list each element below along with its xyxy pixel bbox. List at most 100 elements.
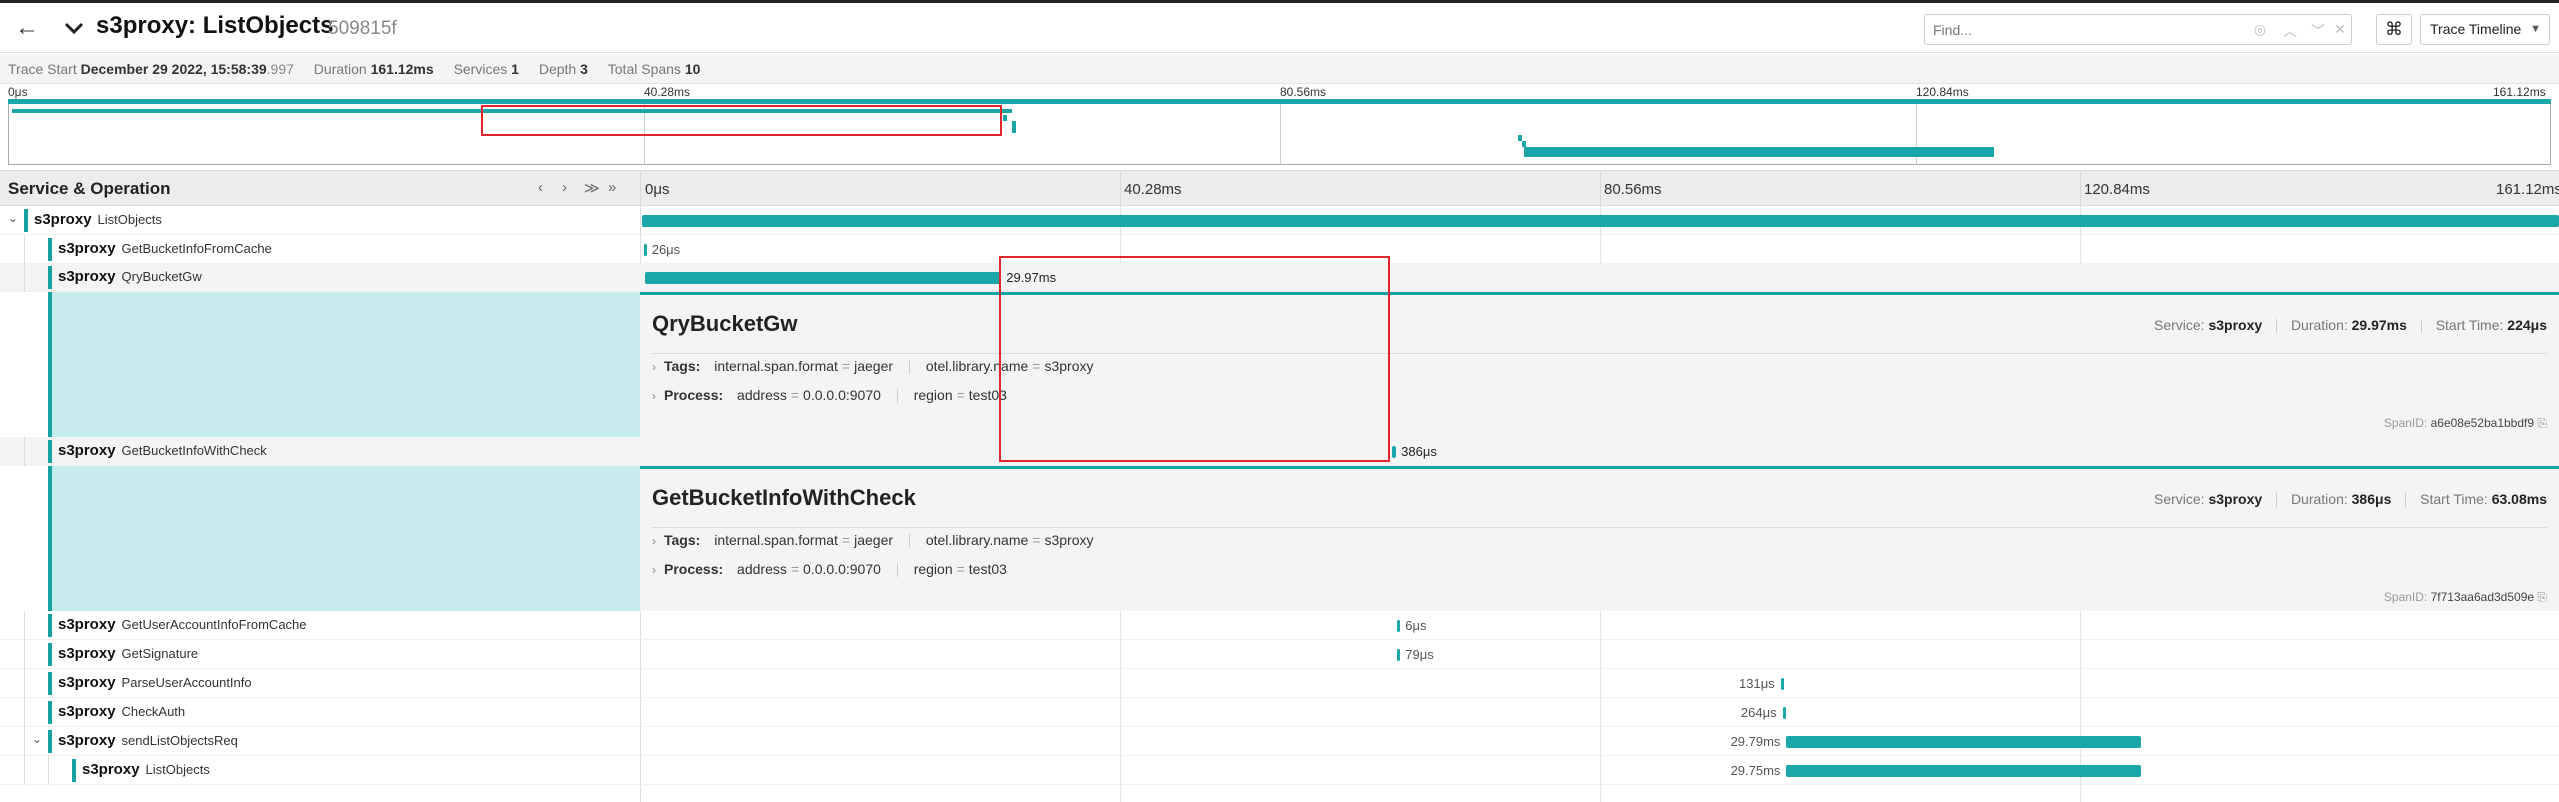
- span-row[interactable]: s3proxy GetSignature 79μs: [0, 640, 2559, 669]
- trace-start: Trace Start December 29 2022, 15:58:39.9…: [8, 61, 294, 77]
- copy-link-icon[interactable]: ⎘: [2537, 416, 2547, 430]
- span-bar[interactable]: [1391, 446, 1397, 458]
- span-service: s3proxy sendListObjectsReq: [58, 732, 238, 749]
- span-bar[interactable]: [1780, 678, 1784, 690]
- minimap-tick: 80.56ms: [1280, 85, 1327, 99]
- span-id: SpanID: 7f713aa6ad3d509e ⎘: [2383, 590, 2547, 604]
- service-color-indicator: [48, 238, 52, 261]
- span-row[interactable]: ⌄ s3proxy sendListObjectsReq 29.79ms: [0, 727, 2559, 756]
- span-name-cell[interactable]: ⌄ s3proxy sendListObjectsReq: [0, 727, 640, 756]
- chevron-down-icon[interactable]: ⌄: [8, 211, 18, 225]
- span-duration-label: 79μs: [1405, 647, 1434, 662]
- span-name-cell[interactable]: s3proxy GetUserAccountInfoFromCache: [0, 611, 640, 640]
- span-bar[interactable]: [1397, 620, 1401, 632]
- span-name-cell[interactable]: ⌄ s3proxy ListObjects: [0, 206, 640, 235]
- minimap-tick: 120.84ms: [1916, 85, 1969, 99]
- minimap-span: [8, 99, 2551, 104]
- trace-services: Services 1: [453, 61, 519, 77]
- chevron-right-icon: ›: [652, 534, 656, 548]
- span-bar[interactable]: [642, 215, 2559, 227]
- keyboard-shortcuts-button[interactable]: ⌘: [2376, 14, 2412, 45]
- tree-guide: [24, 727, 25, 756]
- span-name-cell[interactable]: s3proxy QryBucketGw: [0, 263, 640, 292]
- locate-icon[interactable]: ◎: [2249, 21, 2271, 39]
- span-bar[interactable]: [643, 244, 647, 256]
- span-row[interactable]: s3proxy CheckAuth 264μs: [0, 698, 2559, 727]
- span-row[interactable]: s3proxy ListObjects 29.75ms: [0, 756, 2559, 785]
- span-name-cell[interactable]: s3proxy ParseUserAccountInfo: [0, 669, 640, 698]
- tags-row[interactable]: › Tags: internal.span.format = jaeger otel.…: [652, 358, 1094, 375]
- timeline-tick: 120.84ms: [2084, 181, 2150, 198]
- span-row[interactable]: s3proxy QryBucketGw 29.97ms: [0, 263, 2559, 292]
- collapse-all-icon[interactable]: »: [608, 179, 616, 196]
- tree-guide: [24, 698, 25, 727]
- span-name-cell[interactable]: s3proxy GetBucketInfoWithCheck: [0, 437, 640, 466]
- service-color-indicator: [48, 440, 52, 463]
- view-mode-value: Trace Timeline: [2430, 21, 2522, 37]
- trace-title: s3proxy: ListObjects: [96, 12, 334, 39]
- span-service: s3proxy ListObjects: [82, 761, 210, 778]
- collapse-one-icon[interactable]: ‹: [538, 179, 543, 196]
- tree-guide: [24, 669, 25, 698]
- service-color-indicator: [48, 266, 52, 289]
- span-duration-label: 6μs: [1405, 618, 1427, 633]
- collapse-trace-button[interactable]: [62, 15, 86, 41]
- span-row[interactable]: ⌄ s3proxy ListObjects: [0, 206, 2559, 235]
- find-input[interactable]: [1933, 19, 2233, 41]
- span-bar[interactable]: [1397, 649, 1401, 661]
- service-name: s3proxy: [58, 268, 116, 285]
- span-row[interactable]: s3proxy ParseUserAccountInfo 131μs: [0, 669, 2559, 698]
- timeline-tick: 40.28ms: [1124, 181, 1182, 198]
- span-bar[interactable]: [1782, 707, 1787, 719]
- service-color-indicator: [48, 701, 52, 724]
- service-color-indicator: [48, 730, 52, 753]
- operation-name: ParseUserAccountInfo: [121, 675, 252, 690]
- span-duration-label: 264μs: [1740, 705, 1777, 720]
- span-name-cell[interactable]: s3proxy GetBucketInfoFromCache: [0, 235, 640, 264]
- trace-minimap[interactable]: 0μs 40.28ms 80.56ms 120.84ms 161.12ms: [0, 85, 2559, 165]
- span-bar[interactable]: [1786, 765, 2142, 777]
- span-name-cell[interactable]: s3proxy CheckAuth: [0, 698, 640, 727]
- service-color-indicator: [24, 209, 28, 232]
- trace-summary: Trace Start December 29 2022, 15:58:39.9…: [0, 54, 2559, 84]
- view-mode-select[interactable]: Trace Timeline ▼: [2420, 14, 2550, 45]
- span-row[interactable]: s3proxy GetBucketInfoWithCheck 386μs: [0, 437, 2559, 466]
- timeline-tick: 0μs: [645, 181, 670, 198]
- span-bar[interactable]: [1786, 736, 2142, 748]
- tree-guide: [24, 640, 25, 669]
- copy-link-icon[interactable]: ⎘: [2537, 590, 2547, 604]
- tree-guide: [24, 756, 25, 785]
- back-arrow-icon[interactable]: ←: [12, 13, 42, 43]
- operation-name: ListObjects: [97, 212, 162, 227]
- process-row[interactable]: › Process: address = 0.0.0.0:9070 region = te…: [652, 561, 1007, 578]
- clear-find-icon[interactable]: ✕: [2329, 21, 2351, 39]
- process-row[interactable]: › Process: address = 0.0.0.0:9070 region = te…: [652, 387, 1007, 404]
- span-service: s3proxy GetBucketInfoFromCache: [58, 240, 272, 257]
- span-detail-getbucketinfowithcheck: GetBucketInfoWithCheck Service: s3proxy …: [0, 466, 2559, 611]
- expand-all-icon[interactable]: ≫: [584, 179, 600, 197]
- minimap-span: [1003, 115, 1007, 121]
- minimap-span: [12, 109, 1012, 113]
- span-name-cell[interactable]: s3proxy GetSignature: [0, 640, 640, 669]
- trace-total-spans: Total Spans 10: [607, 61, 701, 77]
- tree-guide: [24, 235, 25, 264]
- minimap-tick: 161.12ms: [2493, 85, 2546, 99]
- tags-row[interactable]: › Tags: internal.span.format = jaeger otel.…: [652, 532, 1094, 549]
- chevron-down-icon[interactable]: ⌄: [32, 732, 42, 746]
- span-row[interactable]: s3proxy GetBucketInfoFromCache 26μs: [0, 235, 2559, 264]
- chevron-right-icon: ›: [652, 360, 656, 374]
- span-bar[interactable]: [644, 272, 1002, 284]
- prev-result-icon[interactable]: ︿: [2279, 21, 2301, 39]
- span-name-cell[interactable]: s3proxy ListObjects: [0, 756, 640, 785]
- service-name: s3proxy: [58, 645, 116, 662]
- tree-guide: [24, 263, 25, 292]
- span-id: SpanID: a6e08e52ba1bbdf9 ⎘: [2383, 416, 2547, 430]
- span-row[interactable]: s3proxy GetUserAccountInfoFromCache 6μs: [0, 611, 2559, 640]
- service-name: s3proxy: [58, 616, 116, 633]
- next-result-icon[interactable]: ﹀: [2307, 21, 2329, 39]
- minimap-span: [1012, 121, 1016, 133]
- expand-one-icon[interactable]: ›: [562, 179, 567, 196]
- operation-name: GetBucketInfoWithCheck: [121, 443, 267, 458]
- service-name: s3proxy: [58, 674, 116, 691]
- span-duration-label: 29.75ms: [1730, 763, 1781, 778]
